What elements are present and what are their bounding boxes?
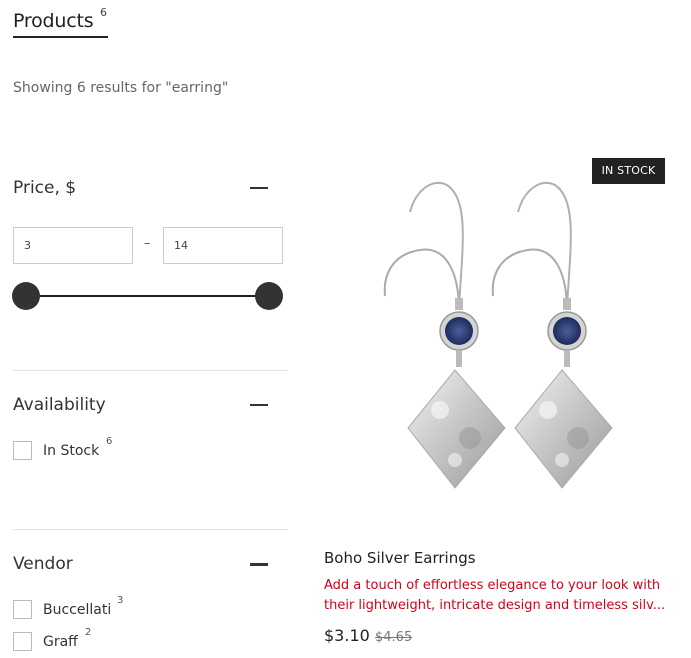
price-separator: – bbox=[144, 236, 151, 251]
in-stock-count: 6 bbox=[106, 436, 113, 447]
price-min-input[interactable] bbox=[13, 227, 133, 264]
graff-checkbox[interactable] bbox=[13, 632, 32, 651]
product-compare-price: $4.65 bbox=[375, 630, 413, 645]
in-stock-checkbox[interactable] bbox=[13, 441, 32, 460]
products-tab[interactable]: Products 6 bbox=[13, 6, 108, 38]
product-description: Add a touch of effortless elegance to yo… bbox=[324, 578, 666, 613]
results-summary: Showing 6 results for "earring" bbox=[13, 80, 229, 96]
price-slider-max-handle[interactable] bbox=[255, 282, 283, 310]
availability-filter-title[interactable]: Availability bbox=[13, 395, 106, 415]
product-image[interactable] bbox=[324, 150, 672, 530]
price-filter-title[interactable]: Price, $ bbox=[13, 178, 76, 198]
buccellati-count: 3 bbox=[117, 595, 124, 606]
left-earring-graphic bbox=[383, 182, 506, 489]
price-slider-min-handle[interactable] bbox=[12, 282, 40, 310]
tab-count: 6 bbox=[100, 6, 107, 19]
price-collapse-icon[interactable] bbox=[250, 187, 268, 189]
filter-divider bbox=[13, 370, 288, 371]
graff-label: Graff bbox=[43, 634, 78, 650]
vendor-filter-title[interactable]: Vendor bbox=[13, 554, 73, 574]
vendor-collapse-icon[interactable] bbox=[250, 563, 268, 566]
price-slider-track[interactable] bbox=[26, 295, 269, 297]
stock-badge: IN STOCK bbox=[592, 158, 665, 184]
graff-count: 2 bbox=[85, 627, 92, 638]
filter-divider bbox=[13, 529, 288, 530]
buccellati-label: Buccellati bbox=[43, 602, 112, 618]
buccellati-checkbox[interactable] bbox=[13, 600, 32, 619]
right-earring-graphic bbox=[491, 182, 613, 489]
price-max-input[interactable] bbox=[163, 227, 283, 264]
in-stock-label: In Stock bbox=[43, 443, 100, 459]
tab-title: Products bbox=[13, 10, 94, 32]
product-price: $3.10 bbox=[324, 626, 370, 645]
product-title[interactable]: Boho Silver Earrings bbox=[324, 549, 476, 567]
availability-collapse-icon[interactable] bbox=[250, 404, 268, 406]
